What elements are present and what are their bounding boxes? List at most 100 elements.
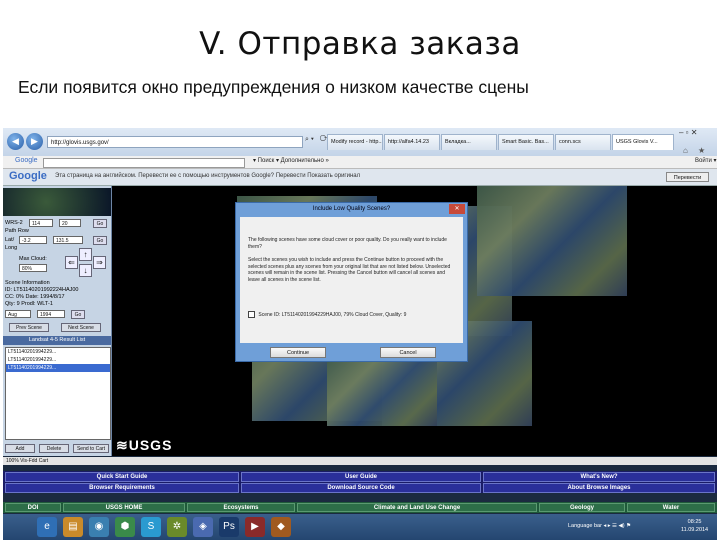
usgs-home-link[interactable]: USGS HOME xyxy=(63,503,185,512)
lat-lon-go-button[interactable]: Go xyxy=(93,236,107,245)
address-bar-icons[interactable]: ⌕▾ ⟳ xyxy=(305,136,329,144)
pan-up-arrow-icon[interactable]: ↑ xyxy=(79,248,92,261)
download-source-link[interactable]: Download Source Code xyxy=(241,483,481,493)
app-icon-2[interactable]: ◆ xyxy=(271,517,291,537)
dialog-title: Include Low Quality Scenes? xyxy=(312,206,391,212)
pan-left-arrow-icon[interactable]: ⇐ xyxy=(65,256,78,269)
browser-screenshot: ◀ ▶ http://glovis.usgs.gov/ ⌕▾ ⟳ Modify … xyxy=(3,128,717,540)
checkbox[interactable] xyxy=(248,311,255,318)
water-link[interactable]: Water xyxy=(627,503,715,512)
about-browse-images-link[interactable]: About Browse Images xyxy=(483,483,715,493)
google-toolbar: Google ▾ Поиск ▾ Дополнительно » Войти ▾ xyxy=(3,156,717,169)
path-input[interactable]: 114 xyxy=(29,219,53,227)
doi-link[interactable]: DOI xyxy=(5,503,61,512)
usgs-footer-bar: DOI USGS HOME Ecosystems Climate and Lan… xyxy=(3,502,717,513)
google-search-input[interactable] xyxy=(43,158,245,168)
date-go-button[interactable]: Go xyxy=(71,310,85,319)
app-icon[interactable]: ◈ xyxy=(193,517,213,537)
row-input[interactable]: 20 xyxy=(59,219,81,227)
address-bar[interactable]: http://glovis.usgs.gov/ xyxy=(47,136,303,148)
max-cloud-label: Max Cloud: xyxy=(19,256,47,262)
prev-scene-button[interactable]: Prev Scene xyxy=(9,323,49,332)
add-button[interactable]: Add xyxy=(5,444,35,453)
close-icon[interactable]: ✕ xyxy=(449,204,465,214)
browser-tab[interactable]: conn.scs xyxy=(555,134,611,150)
translate-bar: Google Эта страница на английском. Перев… xyxy=(3,169,717,186)
max-cloud-select[interactable]: 80% xyxy=(19,264,47,272)
next-scene-button[interactable]: Next Scene xyxy=(61,323,101,332)
usgs-logo: ≋USGS xyxy=(116,437,173,453)
lat-input[interactable]: -3.2 xyxy=(19,236,47,244)
browser-tab[interactable]: Вкладка... xyxy=(441,134,497,150)
browser-requirements-link[interactable]: Browser Requirements xyxy=(5,483,239,493)
checkbox-label: Scene ID: LT51140201994229HAJ00, 79% Clo… xyxy=(258,311,407,318)
dialog-body: The following scenes have some cloud cov… xyxy=(240,217,463,343)
continue-button[interactable]: Continue xyxy=(270,347,326,358)
quick-start-guide-link[interactable]: Quick Start Guide xyxy=(5,472,239,482)
delete-button[interactable]: Delete xyxy=(39,444,69,453)
shield-icon[interactable]: ⬢ xyxy=(115,517,135,537)
system-tray[interactable]: Language bar ◂ ▸ ☰ ◀) ⚑ xyxy=(568,523,631,529)
windows-taskbar: e ▤ ◉ ⬢ S ✲ ◈ Ps ▶ ◆ Language bar ◂ ▸ ☰ … xyxy=(3,514,717,540)
result-list[interactable]: LT51140201994229... LT51140201994229... … xyxy=(5,347,111,440)
clock-time: 08:25 xyxy=(687,519,702,525)
list-item[interactable]: LT51140201994229... xyxy=(6,348,110,356)
google-toolbar-menu[interactable]: ▾ Поиск ▾ Дополнительно » xyxy=(253,157,329,164)
month-select[interactable]: Aug xyxy=(5,310,31,318)
google-logo: Google xyxy=(9,170,47,182)
slide-title: V. Отправка заказа xyxy=(199,26,521,62)
lat-label: Lat/ xyxy=(5,237,15,243)
slide-subtitle: Если появится окно предупреждения о низк… xyxy=(18,77,529,97)
browser-tab[interactable]: http://alfa4.14.23 xyxy=(384,134,440,150)
media-icon[interactable]: ▶ xyxy=(245,517,265,537)
browser-tab[interactable]: Smart Basic. Bas... xyxy=(498,134,554,150)
photoshop-icon[interactable]: Ps xyxy=(219,517,239,537)
dialog-instructions: Select the scenes you wish to include an… xyxy=(248,257,451,283)
browser-tab-active[interactable]: USGS Glovis V... xyxy=(612,134,674,150)
result-list-header: Landsat 4-5 Result List xyxy=(3,336,111,345)
lon-label: Long xyxy=(5,245,18,251)
scene-info-label: Scene Information xyxy=(5,280,50,286)
footer-links: Quick Start Guide User Guide What's New?… xyxy=(3,471,717,493)
status-text: 100% Vis-Fdd Cart xyxy=(6,458,49,464)
year-select[interactable]: 1994 xyxy=(37,310,65,318)
folder-icon[interactable]: ▤ xyxy=(63,517,83,537)
user-guide-link[interactable]: User Guide xyxy=(241,472,481,482)
forward-arrow-icon[interactable]: ▶ xyxy=(26,133,43,150)
send-to-cart-button[interactable]: Send to Cart xyxy=(73,444,109,453)
scene-info-line: ID: LT51140201992224HAJ00 xyxy=(5,287,79,293)
google-signin-link[interactable]: Войти ▾ xyxy=(695,157,716,164)
network-icon[interactable]: ◉ xyxy=(89,517,109,537)
path-row-go-button[interactable]: Go xyxy=(93,219,107,228)
back-arrow-icon[interactable]: ◀ xyxy=(7,133,24,150)
translate-prompt: Эта страница на английском. Перевести ее… xyxy=(55,173,361,179)
ecosystems-link[interactable]: Ecosystems xyxy=(187,503,295,512)
gear-icon[interactable]: ✲ xyxy=(167,517,187,537)
scene-info-line: CC: 0% Date: 1994/8/17 xyxy=(5,294,65,300)
translate-button[interactable]: Перевести xyxy=(666,172,709,182)
clock-date: 11.09.2014 xyxy=(681,527,709,533)
pan-right-arrow-icon[interactable]: ⇒ xyxy=(93,256,106,269)
cancel-button[interactable]: Cancel xyxy=(380,347,436,358)
scene-checkbox-row[interactable]: Scene ID: LT51140201994229HAJ00, 79% Clo… xyxy=(248,311,406,318)
skype-icon[interactable]: S xyxy=(141,517,161,537)
overview-map-thumbnail[interactable] xyxy=(3,188,111,216)
path-row-label: Path Row xyxy=(5,228,29,234)
scene-info-line: Qty: 9 Prodl: WLT-1 xyxy=(5,301,53,307)
scene-image-tile[interactable] xyxy=(327,356,437,426)
list-item[interactable]: LT51140201994229... xyxy=(6,356,110,364)
pan-down-arrow-icon[interactable]: ↓ xyxy=(79,264,92,277)
glovis-control-panel: WRS-2 114 20 Go Path Row Lat/ -3.2 131.5… xyxy=(3,186,112,456)
ie-icon[interactable]: e xyxy=(37,517,57,537)
applet-status-bar: 100% Vis-Fdd Cart xyxy=(3,457,717,465)
geology-link[interactable]: Geology xyxy=(539,503,625,512)
list-item-selected[interactable]: LT51140201994229... xyxy=(6,364,110,372)
clock[interactable]: 08:25 11.09.2014 xyxy=(681,518,708,534)
whats-new-link[interactable]: What's New? xyxy=(483,472,715,482)
climate-land-use-link[interactable]: Climate and Land Use Change xyxy=(297,503,537,512)
low-quality-dialog: Include Low Quality Scenes? ✕ The follow… xyxy=(235,202,468,362)
browser-tab[interactable]: Modify record - http... xyxy=(327,134,383,150)
window-controls[interactable]: – ▫ ✕ xyxy=(679,128,697,137)
lon-input[interactable]: 131.5 xyxy=(53,236,83,244)
scene-image-tile[interactable] xyxy=(477,186,627,296)
